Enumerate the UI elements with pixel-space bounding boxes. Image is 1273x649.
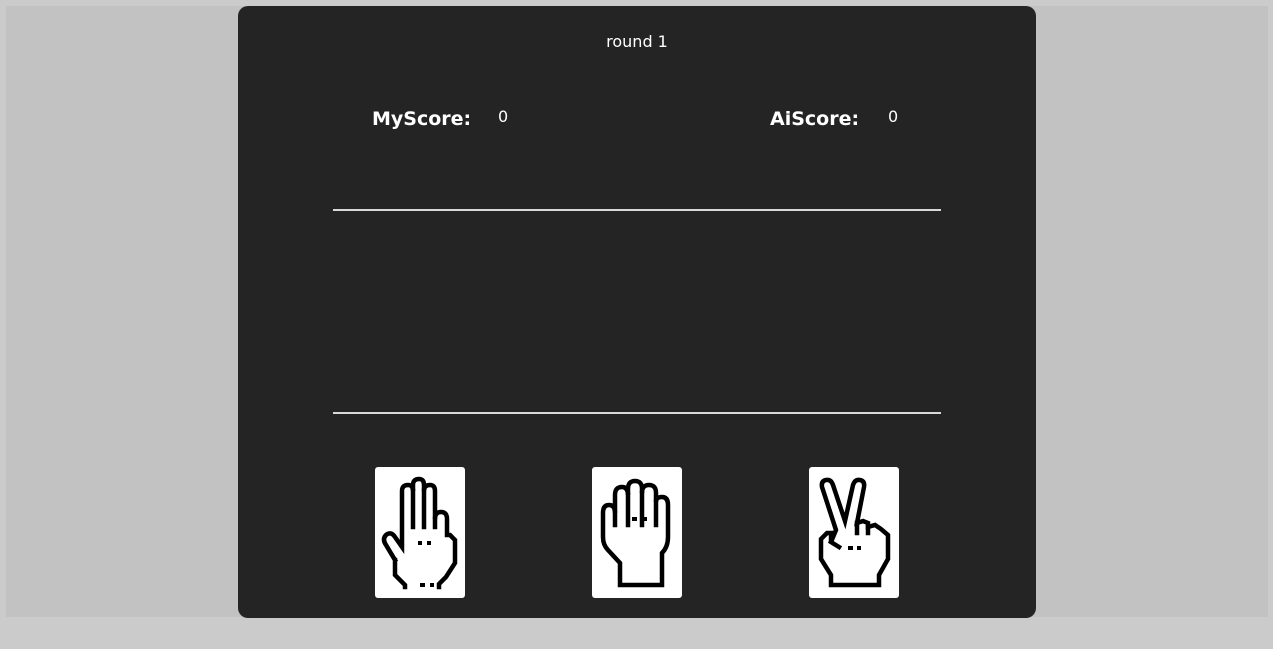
game-panel: round 1 MyScore: 0 AiScore: 0: [238, 6, 1036, 618]
battle-arena: [333, 211, 941, 412]
fist-icon: [600, 478, 671, 588]
peace-sign-icon: [818, 477, 891, 588]
ai-score-label: AiScore:: [770, 108, 860, 130]
open-hand-icon: [381, 476, 458, 590]
my-score-label: MyScore:: [372, 108, 472, 130]
round-label: round 1: [606, 32, 668, 51]
my-score-value: 0: [498, 107, 509, 126]
paper-choice-button[interactable]: [375, 467, 465, 598]
ai-score-value: 0: [888, 107, 899, 126]
rock-choice-button[interactable]: [592, 467, 682, 598]
arena-bottom-divider: [333, 412, 941, 414]
scissors-choice-button[interactable]: [809, 467, 899, 598]
